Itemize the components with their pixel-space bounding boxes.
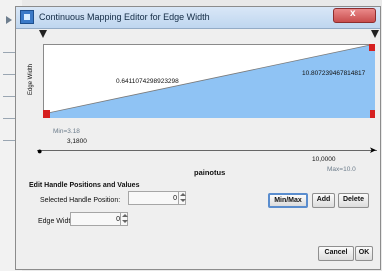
background-line — [3, 96, 15, 97]
stepper-down-icon[interactable] — [122, 220, 128, 223]
add-button[interactable]: Add — [312, 193, 335, 208]
selected-handle-value[interactable]: 0 — [149, 195, 177, 202]
min-value: 3,1800 — [67, 138, 87, 145]
stepper-down-icon[interactable] — [180, 199, 186, 202]
edit-section-title: Edit Handle Positions and Values — [29, 182, 140, 189]
mapping-gradient — [43, 44, 375, 118]
right-value-label: 10.807239467814817 — [302, 70, 366, 77]
selected-handle-label: Selected Handle Position: — [40, 197, 121, 204]
left-axis-arrow-icon: ● — [37, 146, 43, 156]
right-axis-arrow-icon: ➤ — [369, 145, 377, 155]
x-axis-label: painotus — [194, 168, 226, 177]
edge-width-stepper[interactable] — [120, 212, 128, 226]
delete-button[interactable]: Delete — [338, 193, 369, 208]
cancel-button[interactable]: Cancel — [318, 246, 354, 261]
stepper-up-icon[interactable] — [180, 193, 186, 196]
background-line — [3, 118, 15, 119]
cancel-button-label: Cancel — [324, 249, 348, 256]
x-axis — [37, 150, 377, 151]
app-icon — [20, 10, 34, 24]
edge-width-value[interactable]: 0 — [92, 216, 120, 223]
add-button-label: Add — [316, 196, 331, 203]
max-value: 10,0000 — [312, 156, 336, 163]
right-lower-handle-marker[interactable] — [370, 110, 375, 118]
background-line — [3, 140, 15, 141]
min-label: Min=3.18 — [53, 128, 80, 135]
background-line — [3, 74, 15, 75]
right-handle-arrow-icon[interactable] — [371, 30, 379, 40]
stepper-up-icon[interactable] — [122, 214, 128, 217]
min-max-button[interactable]: Min/Max — [268, 193, 308, 208]
left-handle-marker[interactable] — [43, 110, 50, 118]
ok-button-label: OK — [358, 249, 370, 256]
min-max-button-label: Min/Max — [274, 197, 302, 204]
left-handle-arrow-icon[interactable] — [39, 30, 47, 40]
delete-button-label: Delete — [342, 196, 364, 203]
close-icon[interactable]: x — [350, 8, 356, 19]
right-handle-marker[interactable] — [369, 44, 375, 51]
y-axis-label: Edge Width — [28, 63, 34, 95]
window-title: Continuous Mapping Editor for Edge Width — [39, 12, 210, 22]
left-value-label: 0.6411074298923298 — [116, 78, 179, 85]
edge-width-label: Edge Width — [38, 218, 75, 225]
background-line — [3, 52, 15, 53]
ok-button[interactable]: OK — [355, 246, 373, 261]
selected-handle-stepper[interactable] — [178, 191, 186, 205]
max-label: Max=10.0 — [327, 166, 356, 173]
background-arrow-icon — [6, 16, 12, 24]
